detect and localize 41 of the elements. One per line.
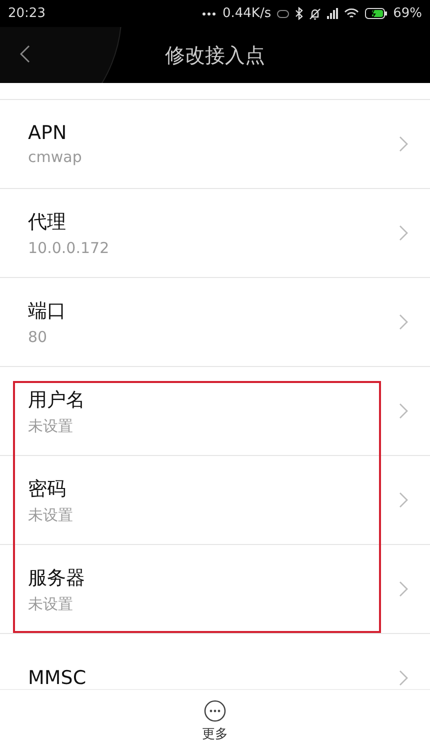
- row-value: 10.0.0.172: [28, 239, 110, 257]
- row-title: 端口: [28, 299, 67, 324]
- chevron-right-icon: [399, 314, 408, 330]
- battery-percent: 69%: [393, 6, 422, 21]
- dots-icon: [202, 12, 216, 16]
- chevron-right-icon: [399, 670, 408, 686]
- chevron-right-icon: [399, 225, 408, 241]
- settings-row[interactable]: 用户名 未设置: [0, 367, 430, 455]
- chevron-right-icon: [399, 581, 408, 597]
- chevron-right-icon: [399, 492, 408, 508]
- alarm-off-icon: [309, 8, 322, 20]
- back-icon: [20, 44, 30, 62]
- settings-row[interactable]: 密码 未设置: [0, 456, 430, 544]
- row-value: cmwap: [28, 148, 83, 166]
- row-value: 未设置: [28, 506, 74, 524]
- chevron-right-icon: [399, 403, 408, 419]
- chevron-right-icon: [399, 136, 408, 152]
- row-value: 未设置: [28, 416, 74, 436]
- more-button[interactable]: 更多: [196, 690, 234, 755]
- wifi-icon: [344, 8, 360, 20]
- toggle-icon: [277, 10, 290, 18]
- settings-row[interactable]: APN cmwap: [0, 100, 430, 188]
- network-speed: 0.44K/s: [222, 6, 272, 21]
- row-title: 用户名: [28, 388, 86, 412]
- row-value: 未设置: [28, 594, 74, 614]
- row-title: 代理: [28, 210, 67, 235]
- page-title: 修改接入点: [165, 42, 265, 66]
- row-value: 80: [28, 328, 48, 346]
- settings-row[interactable]: 端口 80: [0, 278, 430, 366]
- settings-row[interactable]: MMSC: [0, 634, 430, 689]
- more-icon: [204, 700, 226, 722]
- battery-icon: [365, 8, 388, 19]
- row-title: 服务器: [28, 566, 86, 590]
- settings-row[interactable]: 服务器 未设置: [0, 545, 430, 633]
- status-time: 20:23: [8, 6, 46, 21]
- bluetooth-icon: [295, 7, 304, 20]
- row-title: 密码: [28, 476, 67, 502]
- row-title: MMSC: [28, 667, 88, 689]
- signal-icon: [327, 8, 338, 19]
- row-title: APN: [28, 122, 68, 144]
- settings-row[interactable]: 代理 10.0.0.172: [0, 189, 430, 277]
